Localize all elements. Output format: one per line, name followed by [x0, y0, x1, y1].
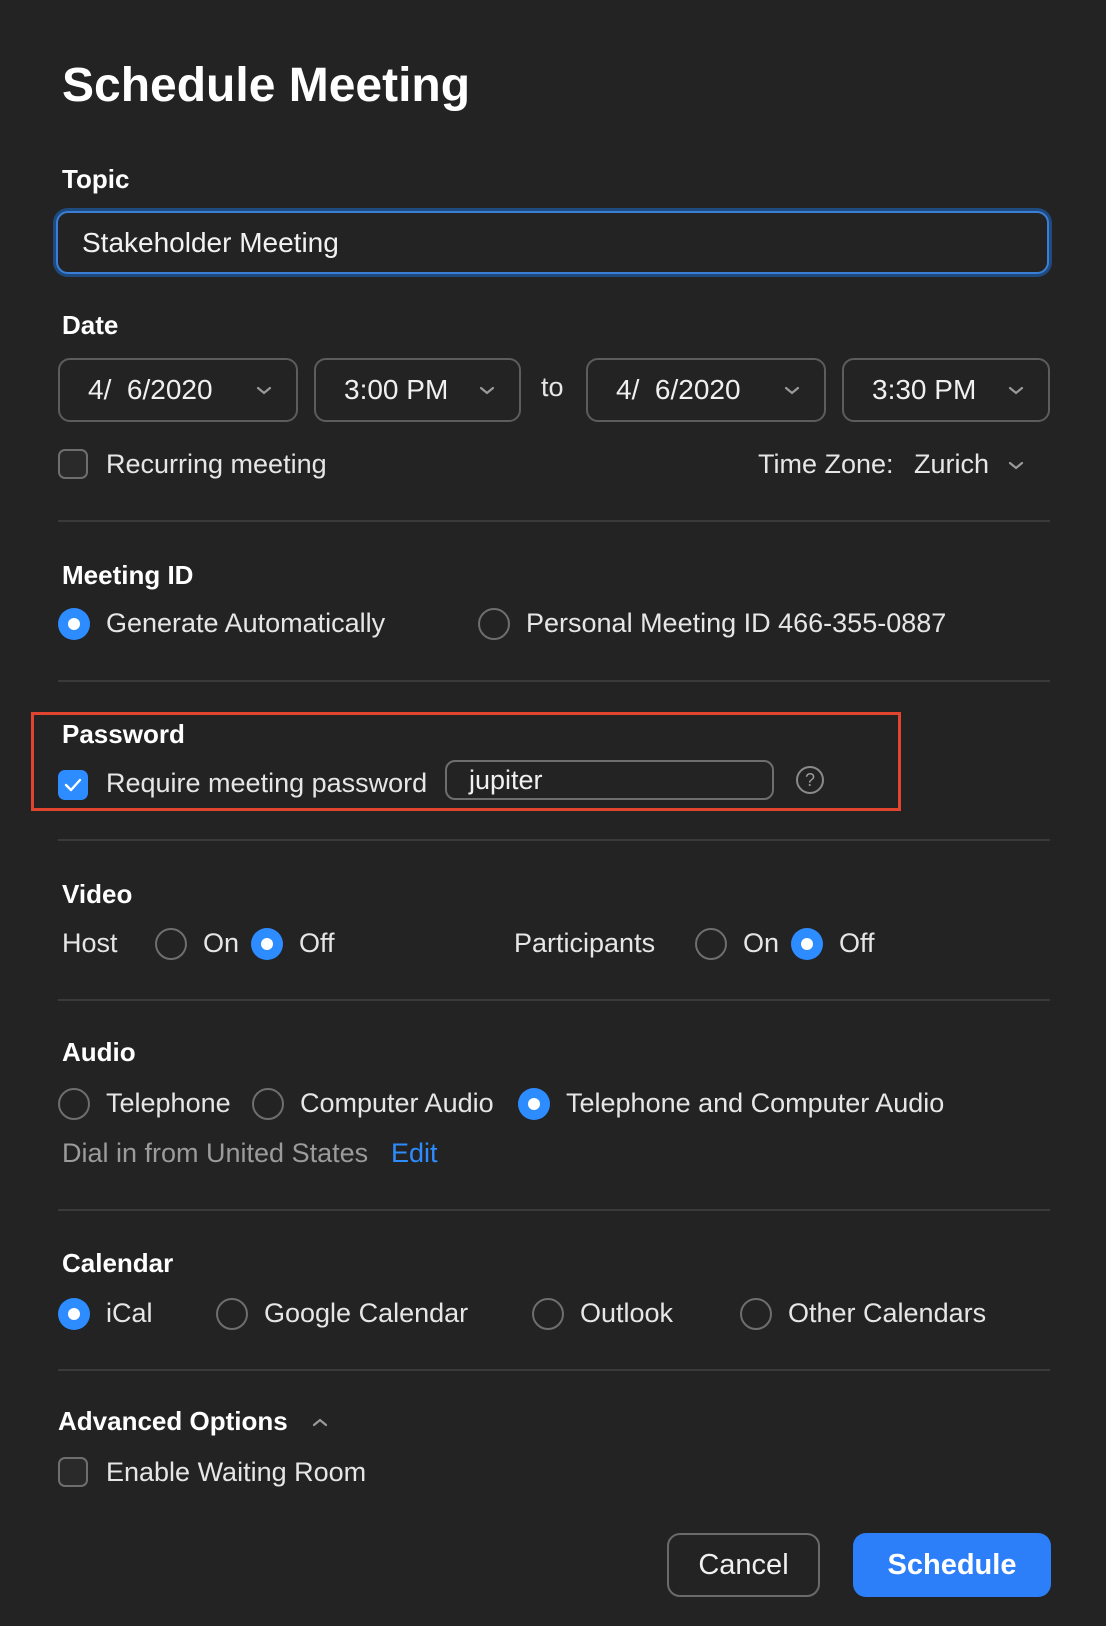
- radio-outlook[interactable]: [532, 1298, 564, 1330]
- divider: [58, 1369, 1050, 1371]
- radio-google-calendar[interactable]: [216, 1298, 248, 1330]
- timezone-dropdown[interactable]: Zurich: [914, 449, 1034, 483]
- password-label: Password: [62, 719, 185, 749]
- chevron-down-icon: [1006, 380, 1026, 400]
- computer-audio-label[interactable]: Computer Audio: [300, 1088, 494, 1119]
- participants-off-label[interactable]: Off: [839, 928, 875, 959]
- radio-telephone[interactable]: [58, 1088, 90, 1120]
- meeting-id-label: Meeting ID: [62, 560, 194, 590]
- password-input[interactable]: jupiter: [445, 760, 774, 800]
- topic-value: Stakeholder Meeting: [82, 226, 339, 258]
- radio-computer-audio[interactable]: [252, 1088, 284, 1120]
- video-label: Video: [62, 879, 133, 909]
- google-calendar-label[interactable]: Google Calendar: [264, 1298, 468, 1329]
- end-time-value: 3:30 PM: [872, 374, 977, 405]
- telephone-label[interactable]: Telephone: [106, 1088, 231, 1119]
- help-glyph: ?: [804, 769, 815, 790]
- date-label: Date: [62, 310, 119, 340]
- end-date-value: 4/ 6/2020: [616, 374, 741, 405]
- telephone-and-computer-audio-label[interactable]: Telephone and Computer Audio: [566, 1088, 944, 1119]
- divider: [58, 839, 1050, 841]
- recurring-checkbox[interactable]: [58, 449, 88, 479]
- cancel-button-label: Cancel: [698, 1548, 789, 1581]
- waiting-room-label[interactable]: Enable Waiting Room: [106, 1457, 366, 1488]
- calendar-label: Calendar: [62, 1248, 174, 1278]
- divider: [58, 680, 1050, 682]
- cancel-button[interactable]: Cancel: [667, 1533, 820, 1597]
- divider: [58, 1209, 1050, 1211]
- other-calendars-label[interactable]: Other Calendars: [788, 1298, 986, 1329]
- recurring-label[interactable]: Recurring meeting: [106, 449, 327, 480]
- start-time-value: 3:00 PM: [344, 374, 449, 405]
- dial-in-text: Dial in from United States: [62, 1138, 369, 1168]
- start-date-dropdown[interactable]: 4/ 6/2020: [58, 358, 298, 422]
- require-password-checkbox[interactable]: [58, 770, 88, 800]
- require-password-label[interactable]: Require meeting password: [106, 768, 427, 799]
- participants-label: Participants: [514, 928, 656, 958]
- radio-host-off[interactable]: [251, 928, 283, 960]
- schedule-meeting-dialog: Schedule Meeting Topic Stakeholder Meeti…: [0, 0, 1106, 1626]
- schedule-button-label: Schedule: [887, 1548, 1017, 1581]
- generate-automatically-label[interactable]: Generate Automatically: [106, 608, 385, 639]
- chevron-down-icon: [254, 380, 274, 400]
- start-date-value: 4/ 6/2020: [88, 374, 213, 405]
- personal-meeting-id-label[interactable]: Personal Meeting ID 466-355-0887: [526, 608, 946, 639]
- to-label: to: [541, 372, 564, 402]
- waiting-room-checkbox[interactable]: [58, 1457, 88, 1487]
- checkmark-icon: [64, 778, 82, 792]
- timezone-value: Zurich: [914, 449, 990, 479]
- host-label: Host: [62, 928, 118, 958]
- chevron-down-icon: [477, 380, 497, 400]
- audio-label: Audio: [62, 1037, 136, 1067]
- timezone-label: Time Zone:: [758, 449, 894, 479]
- radio-generate-automatically[interactable]: [58, 608, 90, 640]
- topic-label: Topic: [62, 164, 130, 194]
- radio-participants-on[interactable]: [695, 928, 727, 960]
- schedule-button[interactable]: Schedule: [853, 1533, 1051, 1597]
- participants-on-label[interactable]: On: [743, 928, 779, 959]
- password-value: jupiter: [469, 764, 543, 795]
- ical-label[interactable]: iCal: [106, 1298, 153, 1329]
- end-time-dropdown[interactable]: 3:30 PM: [842, 358, 1050, 422]
- divider: [58, 520, 1050, 522]
- radio-personal-meeting-id[interactable]: [478, 608, 510, 640]
- radio-host-on[interactable]: [155, 928, 187, 960]
- chevron-up-icon: [310, 1412, 330, 1437]
- outlook-label[interactable]: Outlook: [580, 1298, 673, 1329]
- radio-ical[interactable]: [58, 1298, 90, 1330]
- host-on-label[interactable]: On: [203, 928, 239, 959]
- chevron-down-icon: [1006, 455, 1026, 475]
- chevron-down-icon: [782, 380, 802, 400]
- help-icon[interactable]: ?: [796, 766, 824, 794]
- dialog-title: Schedule Meeting: [62, 59, 471, 112]
- radio-telephone-and-computer-audio[interactable]: [518, 1088, 550, 1120]
- divider: [58, 999, 1050, 1001]
- radio-other-calendars[interactable]: [740, 1298, 772, 1330]
- start-time-dropdown[interactable]: 3:00 PM: [314, 358, 521, 422]
- host-off-label[interactable]: Off: [299, 928, 335, 959]
- advanced-options-toggle[interactable]: Advanced Options: [58, 1406, 338, 1442]
- radio-participants-off[interactable]: [791, 928, 823, 960]
- advanced-options-label: Advanced Options: [58, 1406, 288, 1436]
- end-date-dropdown[interactable]: 4/ 6/2020: [586, 358, 826, 422]
- topic-input[interactable]: Stakeholder Meeting: [56, 211, 1049, 274]
- edit-dial-in-link[interactable]: Edit: [391, 1138, 438, 1169]
